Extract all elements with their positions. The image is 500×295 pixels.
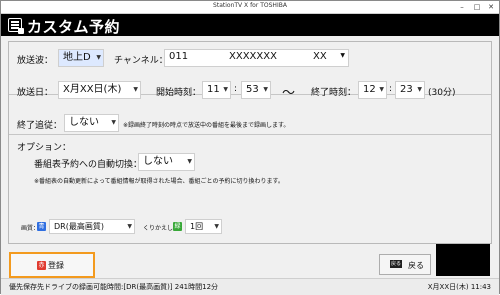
follow-note: ※録画終了時刻の時点で放送中の番組を最後まで録画します。 — [123, 122, 290, 129]
channel-number: 011 — [169, 51, 189, 62]
start-time-label: 開始時刻： — [156, 88, 202, 98]
start-min-value: 53 — [246, 84, 259, 95]
settings-panel — [8, 41, 492, 244]
end-hour-select[interactable]: 12 ▼ — [358, 81, 387, 99]
chevron-down-icon: ▼ — [417, 86, 422, 93]
date-label: 放送日： — [17, 88, 54, 98]
follow-label: 終了追従： — [17, 121, 63, 131]
repeat-select[interactable]: 1回 ▼ — [185, 219, 222, 234]
chevron-down-icon: ▼ — [187, 158, 192, 165]
minimize-icon[interactable]: – — [455, 1, 469, 13]
chevron-down-icon: ▼ — [133, 86, 138, 93]
end-min-value: 23 — [400, 84, 413, 95]
start-min-select[interactable]: 53 ▼ — [241, 81, 271, 99]
follow-value: しない — [69, 117, 99, 128]
red-key-icon: 赤 — [37, 261, 46, 270]
end-time-label: 終了時刻： — [311, 88, 357, 98]
channel-sub: XX — [313, 51, 327, 62]
auto-switch-value: しない — [143, 156, 173, 167]
end-hour-value: 12 — [363, 84, 376, 95]
broadcast-wave-label: 放送波： — [17, 56, 54, 66]
start-hour-select[interactable]: 11 ▼ — [202, 81, 231, 99]
quality-select[interactable]: DR(最高画質) ▼ — [49, 219, 135, 234]
broadcast-wave-value: 地上D — [63, 52, 91, 63]
duration-text: (30分) — [428, 88, 456, 98]
start-hour-value: 11 — [207, 84, 220, 95]
broadcast-wave-select[interactable]: 地上D ▼ — [58, 49, 104, 67]
auto-switch-label: 番組表予約への自動切換： — [34, 160, 143, 170]
chevron-down-icon: ▼ — [340, 52, 345, 59]
chevron-down-icon: ▼ — [223, 86, 228, 93]
back-button[interactable]: 戻る 戻る — [379, 254, 431, 275]
video-preview — [436, 244, 490, 276]
app-window: StationTV X for TOSHIBA – □ ✕ カスタム予約 放送波… — [0, 0, 500, 295]
recording-capacity-text: 優先保存先ドライブの録画可能時間:[DR(最高画質)] 241時間12分 — [9, 283, 219, 291]
page-title: カスタム予約 — [27, 18, 121, 36]
chevron-down-icon: ▼ — [127, 223, 132, 230]
channel-name: XXXXXXX — [229, 51, 277, 62]
divider — [9, 134, 491, 135]
back-key-icon: 戻る — [390, 260, 403, 268]
title-bar: StationTV X for TOSHIBA – □ ✕ — [1, 1, 499, 14]
back-label: 戻る — [408, 261, 424, 270]
date-select[interactable]: X月XX日(木) ▼ — [58, 81, 141, 99]
auto-switch-select[interactable]: しない ▼ — [138, 153, 195, 171]
chevron-down-icon: ▼ — [111, 119, 116, 126]
time-colon: : — [234, 84, 238, 94]
register-label: 登録 — [48, 261, 64, 270]
recording-options: 画質： 青 DR(最高画質) ▼ くりかえし： 緑 1回 ▼ — [8, 215, 492, 243]
repeat-value: 1回 — [190, 222, 204, 231]
range-tilde: 〜 — [282, 86, 296, 101]
chevron-down-icon: ▼ — [96, 54, 101, 61]
channel-label: チャンネル： — [114, 56, 168, 66]
follow-select[interactable]: しない ▼ — [64, 114, 119, 132]
end-min-select[interactable]: 23 ▼ — [395, 81, 425, 99]
header-bar: カスタム予約 — [1, 14, 499, 36]
date-value: X月XX日(木) — [63, 84, 122, 95]
list-icon — [8, 18, 24, 34]
status-bar: 優先保存先ドライブの録画可能時間:[DR(最高画質)] 241時間12分 X月X… — [1, 278, 499, 295]
maximize-icon[interactable]: □ — [470, 1, 484, 13]
time-colon: : — [389, 84, 393, 94]
blue-key-icon: 青 — [37, 222, 46, 231]
chevron-down-icon: ▼ — [214, 223, 219, 230]
chevron-down-icon: ▼ — [263, 86, 268, 93]
green-key-icon: 緑 — [173, 222, 182, 231]
quality-value: DR(最高画質) — [54, 222, 104, 231]
options-label: オプション： — [17, 143, 72, 153]
current-datetime: X月XX日(木) 11:43 — [427, 283, 491, 291]
chevron-down-icon: ▼ — [379, 86, 384, 93]
close-icon[interactable]: ✕ — [484, 1, 498, 13]
window-title: StationTV X for TOSHIBA — [213, 2, 287, 9]
auto-switch-note: ※番組表の自動更新によって番組情報が取得された場合、番組ごとの予約に切り換わりま… — [34, 178, 284, 185]
register-button[interactable]: 赤 登録 — [9, 252, 95, 278]
channel-select[interactable]: 011 XXXXXXX XX ▼ — [164, 49, 349, 67]
